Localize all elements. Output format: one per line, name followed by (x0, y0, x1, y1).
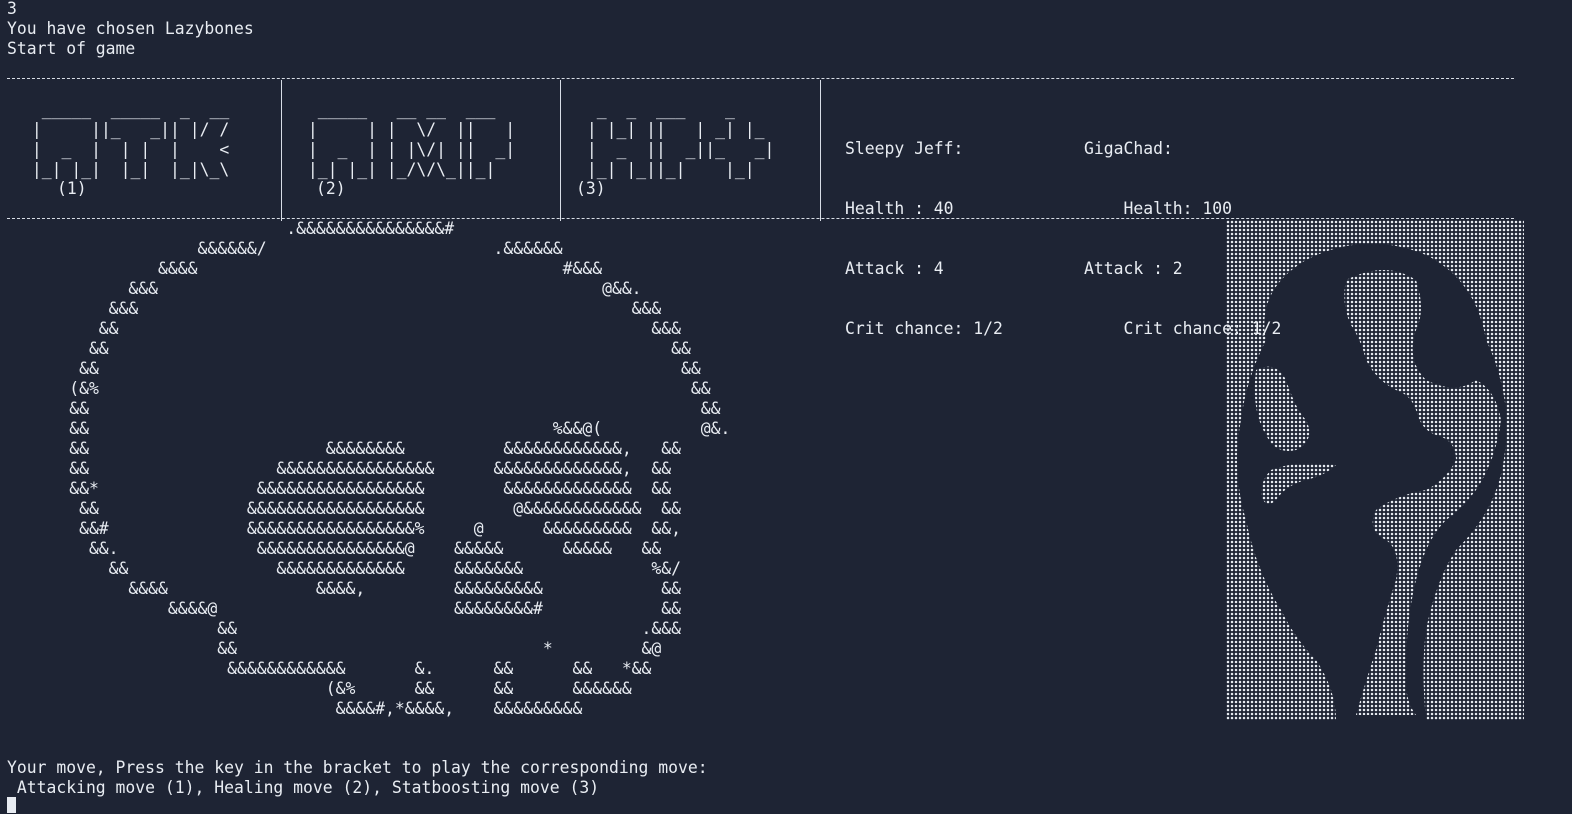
atk-move-key: (1) (57, 179, 87, 198)
player-crit: Crit chance: 1/2 (845, 319, 1003, 338)
gigachad-portrait-icon (1226, 220, 1524, 720)
hp-move-banner[interactable]: _ _ ___ _ | |_| || | _| |_ | _ || _||_ _… (577, 100, 775, 180)
column-divider-2 (560, 80, 561, 221)
amp-move-key: (2) (316, 179, 346, 198)
ascii-art-scene: .&&&&&&&&&&&&&&&# &&&&&&/ .&&&&&& &&&& #… (69, 219, 731, 718)
move-prompt: Your move, Press the key in the bracket … (7, 758, 708, 777)
start-of-game-line: Start of game (7, 39, 136, 58)
player-health: Health : 40 (845, 199, 954, 218)
chosen-character-line: You have chosen Lazybones (7, 19, 254, 38)
column-divider-3 (820, 80, 821, 221)
console-output: 3 You have chosen Lazybones Start of gam… (7, 0, 254, 59)
amp-move-banner[interactable]: _____ __ __ ___ | | | \/ || | | _ | | |\… (298, 100, 515, 180)
column-divider-1 (281, 80, 282, 221)
player-name: Sleepy Jeff: (845, 139, 964, 158)
top-divider (7, 78, 1514, 79)
atk-move-banner[interactable]: _____ _____ _ __ | ||_ _|| |/ / | _ | | … (22, 100, 229, 180)
enemy-name: GigaChad: (1084, 139, 1173, 158)
hp-move-key: (3) (576, 179, 606, 198)
player-attack: Attack : 4 (845, 259, 944, 278)
move-options: Attacking move (1), Healing move (2), St… (7, 778, 600, 797)
player-stats: Sleepy Jeff: Health : 40 Attack : 4 Crit… (845, 99, 1003, 359)
terminal-cursor-icon[interactable] (7, 797, 16, 813)
enemy-health: Health: 100 (1084, 199, 1233, 218)
input-echo: 3 (7, 0, 17, 18)
